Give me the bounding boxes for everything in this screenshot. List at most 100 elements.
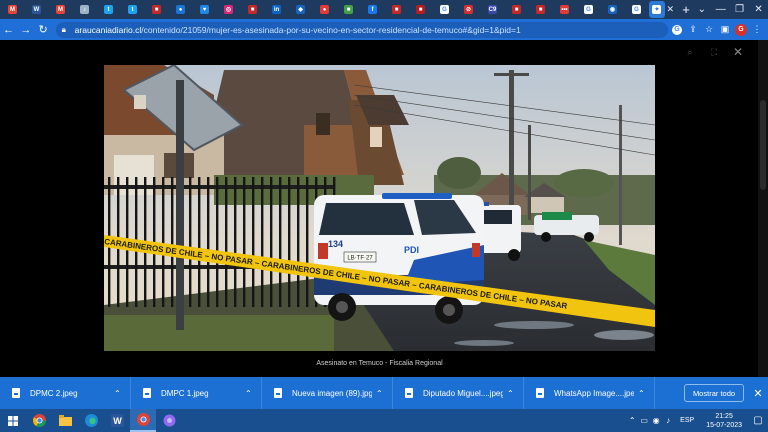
chevron-up-icon[interactable]: ⌃ [114,389,121,398]
start-button[interactable] [0,409,26,432]
browser-tab[interactable]: ⊘ [457,1,480,18]
url-path: /contenido/21059/mujer-es-asesinada-por-… [141,24,521,35]
browser-tab[interactable]: ♥ [193,1,216,18]
system-clock[interactable]: 21:25 15-07-2023 [706,412,742,430]
download-item[interactable]: DMPC 1.jpeg ⌃ [131,377,262,409]
crime-scene-photo: LB·TF·27 134 PDI CARABINEROS DE CHILE – … [104,65,655,351]
download-item[interactable]: Nueva imagen (89).jpg ⌃ [262,377,393,409]
download-item[interactable]: Diputado Miguel....jpeg ⌃ [393,377,524,409]
new-tab-button[interactable]: + [680,1,693,18]
menu-icon[interactable]: ⋮ [750,23,764,37]
reload-button[interactable]: ↻ [34,20,51,39]
blue-site-icon: ◉ [608,5,617,14]
browser-tab[interactable]: ■ [241,1,264,18]
svg-text:W: W [113,416,122,426]
show-all-button[interactable]: Mostrar todo [684,384,744,402]
chrome-active-taskbar-icon[interactable] [130,409,156,432]
license-plate: LB·TF·27 [347,256,373,262]
browser-tab[interactable]: ■ [337,1,360,18]
chrome-icon [32,414,46,427]
fence-bar [198,177,201,307]
chevron-up-icon[interactable]: ⌃ [626,416,638,425]
fence-bar [189,177,192,307]
side-panel-icon[interactable]: ▣ [718,23,732,37]
forward-button[interactable]: → [17,20,34,39]
browser-tab[interactable]: ■ [505,1,528,18]
browser-tab[interactable]: G [433,1,456,18]
zoom-icon[interactable]: ⌕ [678,46,702,58]
browser-tab[interactable]: f [361,1,384,18]
browser-tab[interactable]: ■ [529,1,552,18]
app-icon [163,414,175,427]
tab-list: M W M ♪ t t ■ ● ♥ ◎ ■ in ◆ ● ■ f ■ ■ G ⊘ C9 ■ ■ ••• G ◉ G [0,1,648,18]
browser-tab[interactable]: W [25,1,48,18]
fence-bar [279,177,282,307]
file-icon [143,388,151,398]
address-bar[interactable]: 🔒︎ araucaniadiario.cl/contenido/21059/mu… [55,21,669,38]
browser-tab[interactable]: ■ [409,1,432,18]
browser-tab[interactable]: t [121,1,144,18]
restore-button[interactable]: ❐ [730,1,749,18]
blue-site-icon: ● [176,5,185,14]
fence-bar [171,177,174,307]
close-lightbox-icon[interactable]: ✕ [726,45,750,59]
browser-tab[interactable]: ◎ [217,1,240,18]
back-button[interactable]: ← [0,20,17,39]
close-tab-icon[interactable]: ✕ [665,1,676,18]
lightbox-toolbar: ⌕ ⛶ ✕ [678,45,750,59]
input-language[interactable]: ESP [680,417,694,424]
chevron-up-icon[interactable]: ⌃ [507,389,514,398]
tab-search-icon[interactable]: ⌄ [692,1,711,18]
browser-tab[interactable]: ◉ [601,1,624,18]
scrollbar[interactable] [758,40,768,377]
share-icon[interactable]: ⇪ [686,23,700,37]
browser-tab[interactable]: C9 [481,1,504,18]
close-downloads-icon[interactable]: ✕ [748,387,768,400]
browser-tab[interactable]: ◆ [289,1,312,18]
browser-tab[interactable]: ● [313,1,336,18]
chrome-taskbar-icon[interactable] [26,409,52,432]
chevron-up-icon[interactable]: ⌃ [638,389,645,398]
browser-tab[interactable]: M [49,1,72,18]
app-taskbar-icon[interactable] [156,409,182,432]
minimize-button[interactable]: — [711,1,730,18]
battery-icon[interactable]: ▭ [638,416,650,425]
bookmark-star-icon[interactable]: ☆ [702,23,716,37]
active-tab[interactable]: ✦ [649,1,665,18]
browser-tab[interactable]: in [265,1,288,18]
browser-tab[interactable]: G [577,1,600,18]
browser-toolbar: ← → ↻ 🔒︎ araucaniadiario.cl/contenido/21… [0,19,768,40]
windows-logo-icon [8,415,18,426]
browser-tab[interactable]: G [625,1,648,18]
fence-bar [234,177,237,307]
word-taskbar-icon[interactable]: W [104,409,130,432]
profile-avatar[interactable]: G [734,23,748,37]
notification-icon[interactable]: ▢ [748,415,768,426]
avatar: G [735,23,748,36]
file-explorer-taskbar-icon[interactable] [52,409,78,432]
network-icon[interactable]: ◉ [650,416,662,425]
fence-bar [252,177,255,307]
edge-taskbar-icon[interactable] [78,409,104,432]
red-dot-icon: ● [320,5,329,14]
scroll-thumb[interactable] [760,100,766,190]
browser-tab[interactable]: ● [169,1,192,18]
download-item[interactable]: DPMC 2.jpeg ⌃ [0,377,131,409]
browser-tab[interactable]: M [1,1,24,18]
download-item[interactable]: WhatsApp Image....jpeg ⌃ [524,377,655,409]
fullscreen-icon[interactable]: ⛶ [702,46,726,58]
browser-tab[interactable]: ♪ [73,1,96,18]
chevron-up-icon[interactable]: ⌃ [245,389,252,398]
word-doc-icon: W [32,5,41,14]
browser-tab[interactable]: ■ [385,1,408,18]
file-icon [536,388,544,398]
browser-tab[interactable]: ••• [553,1,576,18]
volume-icon[interactable]: ♪ [662,416,674,425]
close-window-button[interactable]: ✕ [749,1,768,18]
news-site-icon: ■ [248,5,257,14]
browser-tab[interactable]: ■ [145,1,168,18]
google-lens-icon[interactable]: G [670,23,684,37]
chevron-up-icon[interactable]: ⌃ [376,389,383,398]
browser-tab[interactable]: t [97,1,120,18]
twitter-icon: t [104,5,113,14]
